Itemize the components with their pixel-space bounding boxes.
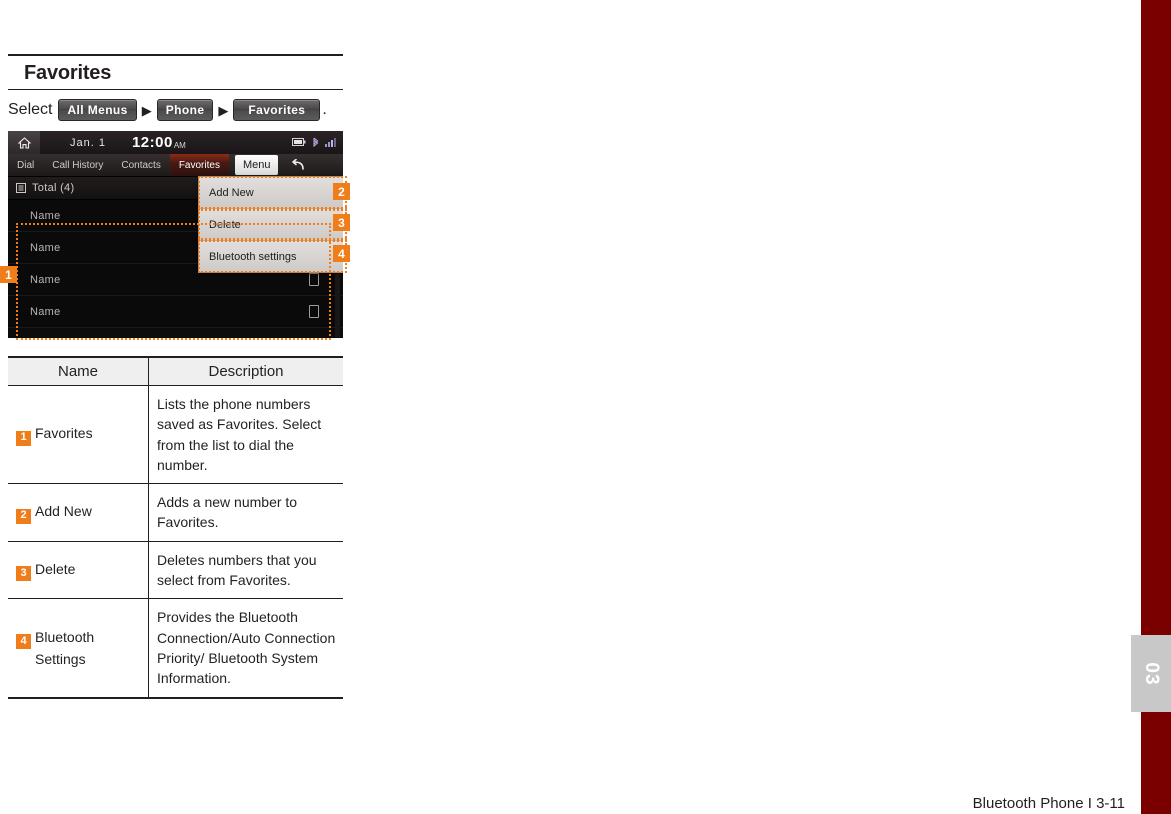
table-row: 3 Delete Deletes numbers that you select … [8, 541, 343, 600]
menu-item-bluetooth-settings[interactable]: Bluetooth settings [199, 241, 343, 272]
page-title: Favorites [24, 62, 112, 84]
breadcrumb-arrow-icon: ▶ [141, 102, 152, 118]
callout-badge-3: 3 [333, 214, 350, 231]
row-badge-1: 1 [16, 430, 31, 446]
chapter-number: 03 [1141, 661, 1162, 686]
row-name-cell: 3 Delete [8, 541, 149, 600]
row-name-cell: 4 Bluetooth Settings [8, 598, 149, 699]
column-header-name: Name [8, 356, 149, 386]
row-name-label: Bluetooth [35, 628, 95, 645]
row-name-label: Add New [35, 503, 92, 520]
row-description-cell: Provides the Bluetooth Connection/Auto C… [148, 598, 343, 699]
table-header-row: Name Description [8, 356, 343, 386]
home-icon[interactable] [8, 131, 40, 154]
status-date: Jan. 1 [70, 136, 106, 149]
status-icon-group [292, 137, 337, 147]
device-tab-bar: Dial Call History Contacts Favorites Men… [8, 154, 343, 177]
tab-contacts[interactable]: Contacts [112, 154, 169, 176]
back-button[interactable] [282, 154, 312, 176]
list-item-name: Name [30, 305, 61, 318]
breadcrumb-arrow-icon: ▶ [218, 102, 229, 118]
list-item-name: Name [30, 273, 61, 286]
row-badge-3: 3 [16, 566, 31, 582]
mobile-phone-icon [309, 305, 319, 318]
row-name-label: Delete [35, 560, 76, 577]
tab-favorites[interactable]: Favorites [169, 154, 229, 176]
callout-badge-2: 2 [333, 183, 350, 200]
bluetooth-icon [313, 137, 319, 147]
row-description-cell: Deletes numbers that you select from Fav… [148, 541, 343, 600]
page-footer: Bluetooth Phone I 3-11 [972, 795, 1125, 812]
row-badge-2: 2 [16, 508, 31, 524]
menu-button[interactable]: Menu [234, 155, 279, 175]
row-name-cell: 1 Favorites [8, 385, 149, 485]
back-arrow-icon [292, 159, 305, 170]
table-row: 2 Add New Adds a new number to Favorites. [8, 483, 343, 542]
breadcrumb-item-favorites[interactable]: Favorites [233, 99, 321, 121]
row-description-cell: Adds a new number to Favorites. [148, 483, 343, 542]
callout-badge-4: 4 [333, 245, 350, 262]
menu-item-delete[interactable]: Delete [199, 209, 343, 241]
device-status-bar: Jan. 1 12:00 AM [8, 131, 343, 154]
row-name-label: Favorites [35, 425, 93, 442]
tab-dial[interactable]: Dial [8, 154, 43, 176]
row-name-label-line2: Settings [35, 651, 86, 668]
device-screenshot: Jan. 1 12:00 AM Dial Call History Contac… [0, 131, 350, 340]
status-ampm: AM [173, 141, 186, 150]
signal-icon [325, 138, 336, 147]
list-item-name: Name [30, 241, 61, 254]
heading-block: Favorites [8, 54, 343, 90]
row-name-cell: 2 Add New [8, 483, 149, 542]
device-screen: Jan. 1 12:00 AM Dial Call History Contac… [8, 131, 343, 338]
menu-popup: Add New Delete Bluetooth settings [198, 176, 343, 273]
callout-badge-1: 1 [0, 266, 17, 283]
list-item[interactable]: Name [8, 296, 343, 328]
menu-item-add-new[interactable]: Add New [199, 177, 343, 209]
description-table: Name Description 1 Favorites Lists the ph… [8, 356, 343, 699]
column-header-description: Description [148, 356, 343, 386]
breadcrumb-item-phone[interactable]: Phone [156, 99, 214, 121]
table-row: 4 Bluetooth Settings Provides the Bluetoo… [8, 598, 343, 699]
mobile-phone-icon [309, 273, 319, 286]
row-description-cell: Lists the phone numbers saved as Favorit… [148, 385, 343, 485]
breadcrumb: Select All Menus ▶ Phone ▶ Favorites . [8, 98, 343, 122]
breadcrumb-select-word: Select [8, 101, 53, 118]
row-badge-4: 4 [16, 634, 31, 650]
status-time: 12:00 [131, 134, 173, 151]
battery-icon [292, 138, 306, 146]
content-column: Favorites Select All Menus ▶ Phone ▶ Fav… [0, 0, 350, 699]
chapter-tab: 03 [1131, 635, 1171, 712]
total-count-label: Total (4) [32, 182, 75, 194]
breadcrumb-period: . [322, 101, 327, 118]
list-item-name: Name [30, 209, 61, 222]
list-icon [16, 183, 26, 193]
breadcrumb-item-all-menus[interactable]: All Menus [58, 99, 137, 121]
table-row: 1 Favorites Lists the phone numbers saved… [8, 385, 343, 485]
tab-call-history[interactable]: Call History [43, 154, 112, 176]
